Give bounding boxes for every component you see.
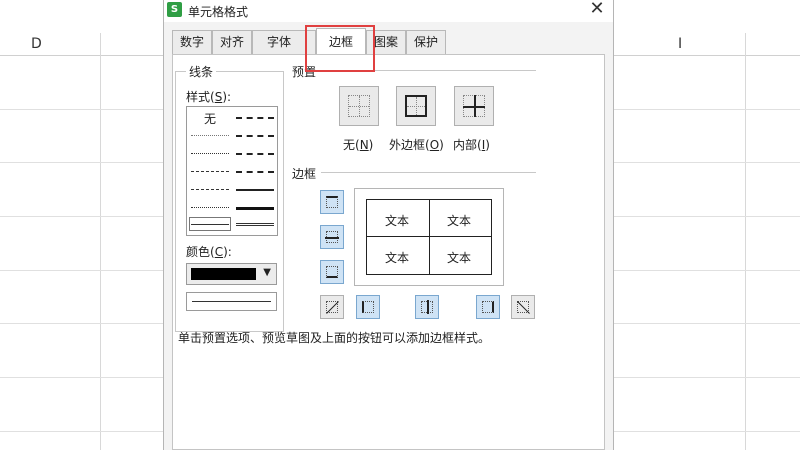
border-hint-text: 单击预置选项、预览草图及上面的按钮可以添加边框样式。 xyxy=(178,331,491,345)
format-cells-dialog: S 单元格格式 ✕ 数字 对齐 字体 边框 图案 保护 线条 样式(S): 无 xyxy=(163,0,614,450)
border-top-button[interactable] xyxy=(320,190,344,214)
tab-number[interactable]: 数字 xyxy=(172,30,212,54)
tab-font[interactable]: 字体 xyxy=(252,30,316,54)
border-inside-horizontal-button[interactable] xyxy=(320,225,344,249)
line-color-swatch xyxy=(191,268,256,280)
line-color-label: 颜色(C): xyxy=(186,245,232,259)
preset-inside-button[interactable] xyxy=(454,86,494,126)
close-button[interactable]: ✕ xyxy=(587,0,607,20)
tab-protection[interactable]: 保护 xyxy=(406,30,446,54)
line-style-dashed-thin[interactable] xyxy=(191,207,229,208)
border-diagonal-down-button[interactable] xyxy=(511,295,535,319)
tab-alignment[interactable]: 对齐 xyxy=(212,30,252,54)
line-style-preview xyxy=(186,292,277,311)
line-style-dotted[interactable] xyxy=(191,153,229,154)
preset-outline-label: 外边框(O) xyxy=(389,138,444,152)
line-group-title: 线条 xyxy=(186,63,217,80)
line-style-dash-dot[interactable] xyxy=(191,189,229,190)
column-header-i[interactable]: I xyxy=(678,36,682,52)
border-separator xyxy=(321,172,536,173)
border-diagonal-up-button[interactable] xyxy=(320,295,344,319)
line-style-medium-dash-dot-dot[interactable] xyxy=(236,171,274,173)
line-style-none[interactable]: 无 xyxy=(204,110,216,127)
preset-outline-button[interactable] xyxy=(396,86,436,126)
line-style-dash-dot-dot[interactable] xyxy=(191,171,229,172)
app-logo-icon: S xyxy=(167,2,182,17)
presets-separator xyxy=(321,70,536,71)
tab-pattern[interactable]: 图案 xyxy=(366,30,406,54)
border-tab-panel: 线条 样式(S): 无 颜色(C): ▼ 预置 无(N) 外边框(O) 内部(I… xyxy=(172,54,605,450)
line-style-list[interactable]: 无 xyxy=(186,106,278,236)
preset-inside-label: 内部(I) xyxy=(453,138,490,152)
grid-line xyxy=(100,33,101,450)
border-bottom-button[interactable] xyxy=(320,260,344,284)
line-style-hair[interactable] xyxy=(191,135,229,136)
dropdown-arrow-icon: ▼ xyxy=(263,267,271,278)
border-title: 边框 xyxy=(289,165,320,182)
column-header-d[interactable]: D xyxy=(31,36,42,52)
preview-cell-text: 文本 xyxy=(447,214,472,228)
dialog-title: 单元格格式 xyxy=(188,5,249,19)
line-style-selected-box xyxy=(189,217,231,231)
border-right-button[interactable] xyxy=(476,295,500,319)
border-left-button[interactable] xyxy=(356,295,380,319)
tab-border[interactable]: 边框 xyxy=(316,28,366,54)
preview-cell-text: 文本 xyxy=(385,251,410,265)
line-style-medium-dashed[interactable] xyxy=(236,117,274,119)
preview-cell-text: 文本 xyxy=(385,214,410,228)
presets-title: 预置 xyxy=(289,63,320,80)
grid-line xyxy=(745,33,746,450)
line-style-slanted-dash[interactable] xyxy=(236,135,274,137)
line-color-select[interactable]: ▼ xyxy=(186,263,277,285)
line-style-medium[interactable] xyxy=(236,189,274,191)
line-style-label: 样式(S): xyxy=(186,90,232,104)
preset-none-label: 无(N) xyxy=(343,138,374,152)
dialog-titlebar: S 单元格格式 ✕ xyxy=(164,0,613,22)
preset-none-button[interactable] xyxy=(339,86,379,126)
line-style-medium-dash-dot[interactable] xyxy=(236,153,274,155)
line-style-double[interactable] xyxy=(236,223,274,226)
border-inside-vertical-button[interactable] xyxy=(415,295,439,319)
border-preview[interactable]: 文本 文本 文本 文本 xyxy=(354,188,504,286)
line-style-thick[interactable] xyxy=(236,207,274,210)
preview-cell-text: 文本 xyxy=(447,251,472,265)
